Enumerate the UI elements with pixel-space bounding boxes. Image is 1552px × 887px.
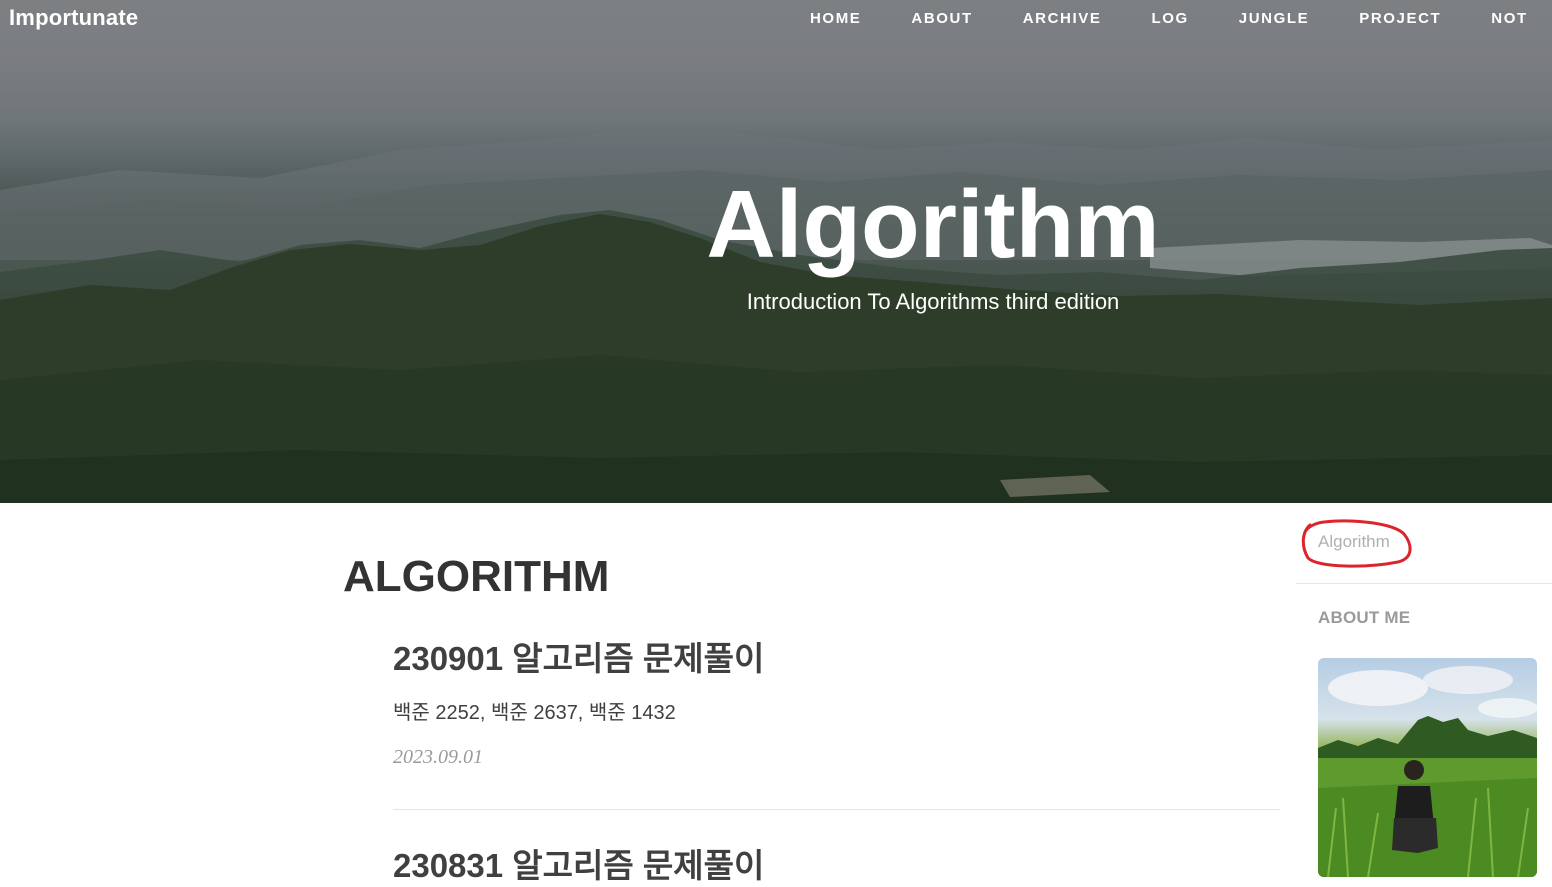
- top-navbar: Importunate HOME ABOUT ARCHIVE LOG JUNGL…: [0, 0, 1552, 38]
- nav-link-log[interactable]: LOG: [1151, 10, 1188, 27]
- post-date: 2023.09.01: [393, 746, 483, 768]
- nav-item-log[interactable]: LOG: [1151, 10, 1188, 28]
- post-preview[interactable]: 230901 알고리즘 문제풀이 백준 2252, 백준 2637, 백준 14…: [393, 638, 1280, 769]
- profile-photo-image: [1318, 666, 1537, 877]
- nav-menu: HOME ABOUT ARCHIVE LOG JUNGLE PROJECT NO…: [810, 10, 1528, 28]
- about-me-heading: ABOUT ME: [1318, 608, 1411, 627]
- nav-item-notes[interactable]: NOT: [1491, 10, 1527, 28]
- nav-item-project[interactable]: PROJECT: [1359, 10, 1441, 28]
- nav-link-jungle[interactable]: JUNGLE: [1239, 10, 1309, 27]
- post-subtitle[interactable]: 백준 2252, 백준 2637, 백준 1432: [393, 696, 1280, 725]
- sidebar-tag-algorithm[interactable]: Algorithm: [1318, 532, 1390, 552]
- nav-item-archive[interactable]: ARCHIVE: [1023, 10, 1102, 28]
- post-preview[interactable]: 230831 알고리즘 문제풀이: [393, 845, 1280, 887]
- post-divider: [393, 809, 1280, 810]
- nav-item-jungle[interactable]: JUNGLE: [1239, 10, 1309, 28]
- category-heading: ALGORITHM: [343, 552, 610, 601]
- site-brand-link[interactable]: Importunate: [9, 5, 138, 31]
- nav-link-home[interactable]: HOME: [810, 10, 861, 27]
- nav-link-project[interactable]: PROJECT: [1359, 10, 1441, 27]
- post-title-link[interactable]: 230831 알고리즘 문제풀이: [393, 845, 1280, 887]
- post-title-link[interactable]: 230901 알고리즘 문제풀이: [393, 638, 1280, 680]
- hero-title: Algorithm: [706, 171, 1160, 278]
- nav-item-about[interactable]: ABOUT: [911, 10, 972, 28]
- nav-link-about[interactable]: ABOUT: [911, 10, 972, 27]
- hero-subtitle: Introduction To Algorithms third edition: [746, 289, 1120, 314]
- nav-link-archive[interactable]: ARCHIVE: [1023, 10, 1102, 27]
- about-me-photo: [1318, 658, 1537, 877]
- nav-link-notes[interactable]: NOT: [1491, 10, 1527, 27]
- nav-item-home[interactable]: HOME: [810, 10, 861, 28]
- sidebar-divider: [1296, 583, 1552, 584]
